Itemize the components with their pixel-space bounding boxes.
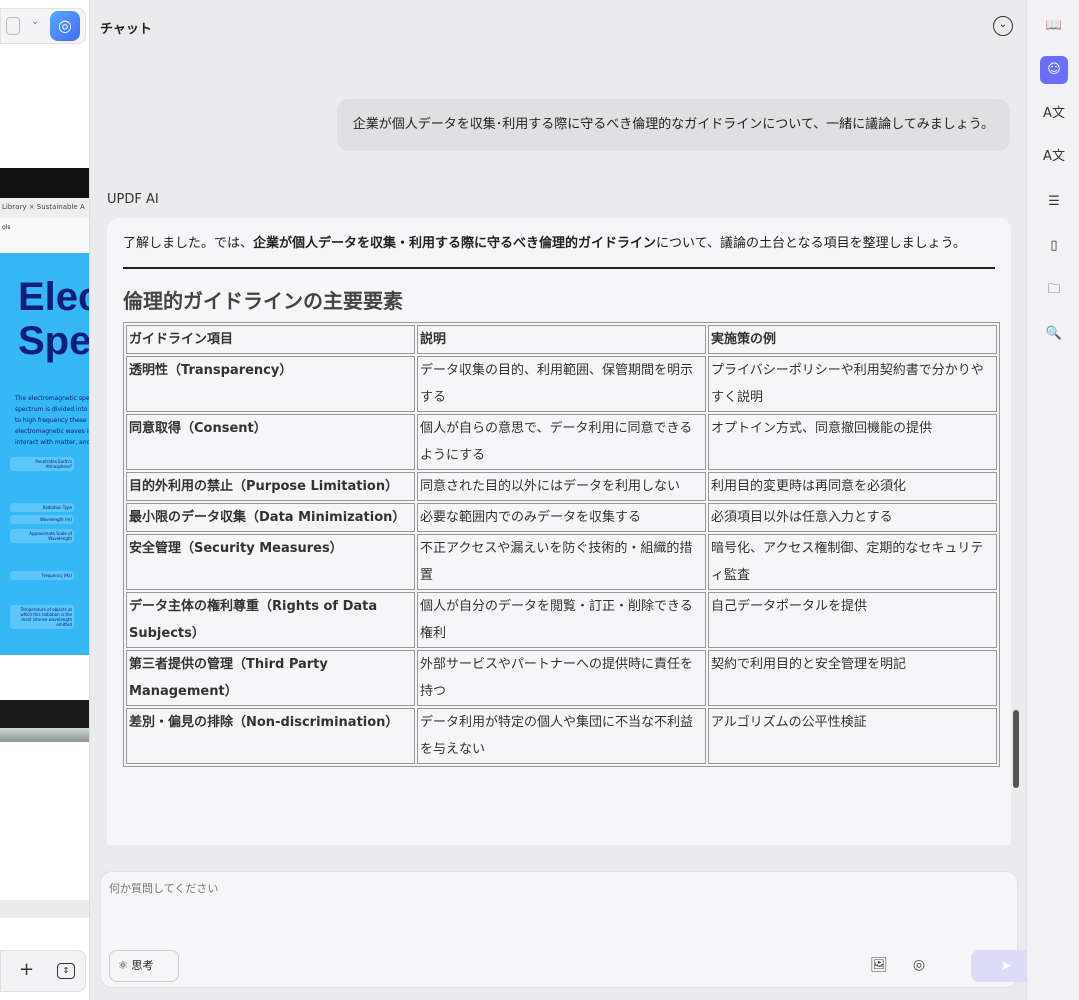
page-stepper-icon[interactable]: ⇕ [57, 963, 75, 979]
description-cell: 外部サービスやパートナーへの提供時に責任を持つ [417, 650, 706, 706]
table-row: 安全管理（Security Measures） 不正アクセスや漏えいを防ぐ技術的・… [126, 534, 997, 590]
table-row: 目的外利用の禁止（Purpose Limitation） 同意された目的以外にはデ… [126, 472, 997, 501]
chat-panel: チャット ⌄ 企業が個人データを収集･利用する際に守るべき倫理的なガイドラインに… [90, 0, 1041, 1000]
table-row: 差別・偏見の排除（Non-discrimination） データ利用が特定の個人や… [126, 708, 997, 764]
description-cell: 個人が自らの意思で、データ利用に同意できるようにする [417, 414, 706, 470]
description-cell: 同意された目的以外にはデータを利用しない [417, 472, 706, 501]
example-cell: 必須項目以外は任意入力とする [708, 503, 997, 532]
guideline-cell: 差別・偏見の排除（Non-discrimination） [126, 708, 415, 764]
chat-icon[interactable]: ☺ [1040, 56, 1068, 84]
table-row: データ主体の権利尊重（Rights of Data Subjects） 個人が自分… [126, 592, 997, 648]
column-header: ガイドライン項目 [126, 325, 415, 354]
translate-icon[interactable]: A文 [1040, 100, 1068, 128]
ai-reader-icon[interactable]: 📖 [1040, 12, 1068, 40]
embedded-tools: ols [0, 218, 89, 253]
table-row: 透明性（Transparency） データ収集の目的、利用範囲、保管期間を明示する… [126, 356, 997, 412]
column-header: 実施策の例 [708, 325, 997, 354]
poster-label: Frequency (Hz) [10, 571, 74, 580]
example-cell: アルゴリズムの公平性検証 [708, 708, 997, 764]
assistant-message: 了解しました。では、企業が個人データを収集・利用する際に守るべき倫理的ガイドライ… [107, 218, 1011, 845]
poster-line: electromagnetic waves in [15, 428, 90, 435]
plus-icon[interactable]: + [19, 959, 34, 980]
example-cell: 利用目的変更時は再同意を必須化 [708, 472, 997, 501]
search-ai-icon[interactable]: 🔍 [1040, 320, 1068, 348]
poster-image: Elec Spe The electromagnetic spec spectr… [0, 253, 90, 655]
chat-input-box[interactable]: 何か質問してください ⚛ 思考 🖼 ◎ ➤ [100, 871, 1041, 988]
guideline-cell: データ主体の権利尊重（Rights of Data Subjects） [126, 592, 415, 648]
description-cell: 個人が自分のデータを閲覧・訂正・削除できる権利 [417, 592, 706, 648]
example-cell: 自己データポータルを提供 [708, 592, 997, 648]
poster-label: Temperature of objects at which this rad… [10, 605, 74, 629]
section-heading: 倫理的ガイドラインの主要要素 [123, 289, 403, 313]
history-icon[interactable]: ⌄ [993, 16, 1013, 36]
example-cell: オプトイン方式、同意撤回機能の提供 [708, 414, 997, 470]
description-cell: 不正アクセスや漏えいを防ぐ技術的・組織的措置 [417, 534, 706, 590]
guideline-cell: 同意取得（Consent） [126, 414, 415, 470]
guideline-cell: 安全管理（Security Measures） [126, 534, 415, 590]
device-icon[interactable] [6, 17, 20, 35]
summarize-icon[interactable]: ☰ [1040, 188, 1068, 216]
example-cell: プライバシーポリシーや利用契約書で分かりやすく説明 [708, 356, 997, 412]
description-cell: データ利用が特定の個人や集団に不当な不利益を与えない [417, 708, 706, 764]
guideline-cell: 透明性（Transparency） [126, 356, 415, 412]
think-label: 思考 [131, 959, 154, 972]
poster-text: The electromagnetic spec spectrum is div… [15, 393, 90, 448]
scrollbar[interactable] [1013, 710, 1019, 788]
column-header: 説明 [417, 325, 706, 354]
intro-bold: 企業が個人データを収集・利用する際に守るべき倫理的ガイドライン [253, 236, 657, 251]
atom-icon: ⚛ [118, 959, 128, 972]
table-row: 同意取得（Consent） 個人が自らの意思で、データ利用に同意できるようにするオ… [126, 414, 997, 470]
chat-input-placeholder[interactable]: 何か質問してください [109, 880, 218, 896]
poster-label: Approximate Scale of Wavelength [10, 529, 74, 543]
poster-label: Penetrates Earth's Atmosphere? [10, 457, 74, 471]
viewer-footer: + ⇕ [0, 950, 86, 992]
device-base [0, 728, 89, 742]
poster-label: Radiation Type [10, 503, 74, 512]
poster-line: to high frequency these a [15, 417, 90, 424]
panel-title: チャット [100, 22, 152, 37]
poster-line: The electromagnetic spec [15, 395, 90, 402]
right-toolbar: 📖 ☺ A文 A文 ☰ ▯ 🗀 🔍 [1027, 0, 1079, 1000]
updf-ai-button[interactable]: ◎ [50, 11, 80, 41]
image-ai-icon[interactable]: 🖼 [869, 957, 889, 977]
description-cell: データ収集の目的、利用範囲、保管期間を明示する [417, 356, 706, 412]
intro-text: 了解しました。では、企業が個人データを収集・利用する際に守るべき倫理的ガイドライ… [123, 230, 995, 257]
user-message: 企業が個人データを収集･利用する際に守るべき倫理的なガイドラインについて、一緒に… [336, 99, 1010, 151]
think-button[interactable]: ⚛ 思考 [109, 950, 179, 982]
pdf-viewer-panel: ⌄ ◎ Library × Sustainable A ols Elec Spe… [0, 0, 90, 1000]
translate-page-icon[interactable]: A文 [1040, 143, 1068, 171]
guideline-cell: 第三者提供の管理（Third Party Management） [126, 650, 415, 706]
screenshot-icon[interactable]: ◎ [909, 957, 929, 977]
guidelines-table: ガイドライン項目 説明 実施策の例 透明性（Transparency） データ収集… [123, 322, 1000, 767]
table-row: 第三者提供の管理（Third Party Management） 外部サービスやパ… [126, 650, 997, 706]
table-header-row: ガイドライン項目 説明 実施策の例 [126, 325, 997, 354]
embedded-tabs: Library × Sustainable A [0, 198, 89, 218]
poster-line: spectrum is divided into s [15, 406, 90, 413]
poster-title: Elec Spe [18, 275, 90, 363]
table-row: 最小限のデータ収集（Data Minimization） 必要な範囲内でのみデータ… [126, 503, 997, 532]
book-icon[interactable]: ▯ [1040, 232, 1068, 260]
description-cell: 必要な範囲内でのみデータを収集する [417, 503, 706, 532]
guideline-cell: 最小限のデータ収集（Data Minimization） [126, 503, 415, 532]
device-bezel [0, 700, 89, 728]
intro-pre: 了解しました。では、 [123, 236, 254, 251]
folder-ai-icon[interactable]: 🗀 [1040, 276, 1068, 304]
example-cell: 暗号化、アクセス権制御、定期的なセキュリティ監査 [708, 534, 997, 590]
guideline-cell: 目的外利用の禁止（Purpose Limitation） [126, 472, 415, 501]
poster-line: interact with matter, and t [15, 439, 90, 446]
divider [123, 267, 995, 269]
assistant-name: UPDF AI [107, 192, 159, 207]
chevron-down-icon[interactable]: ⌄ [31, 16, 39, 27]
divider [0, 900, 89, 918]
screenshot-bar [0, 168, 89, 198]
example-cell: 契約で利用目的と安全管理を明記 [708, 650, 997, 706]
intro-post: について、議論の土台となる項目を整理しましょう。 [656, 236, 966, 251]
poster-label: Wavelength (m) [10, 515, 74, 524]
